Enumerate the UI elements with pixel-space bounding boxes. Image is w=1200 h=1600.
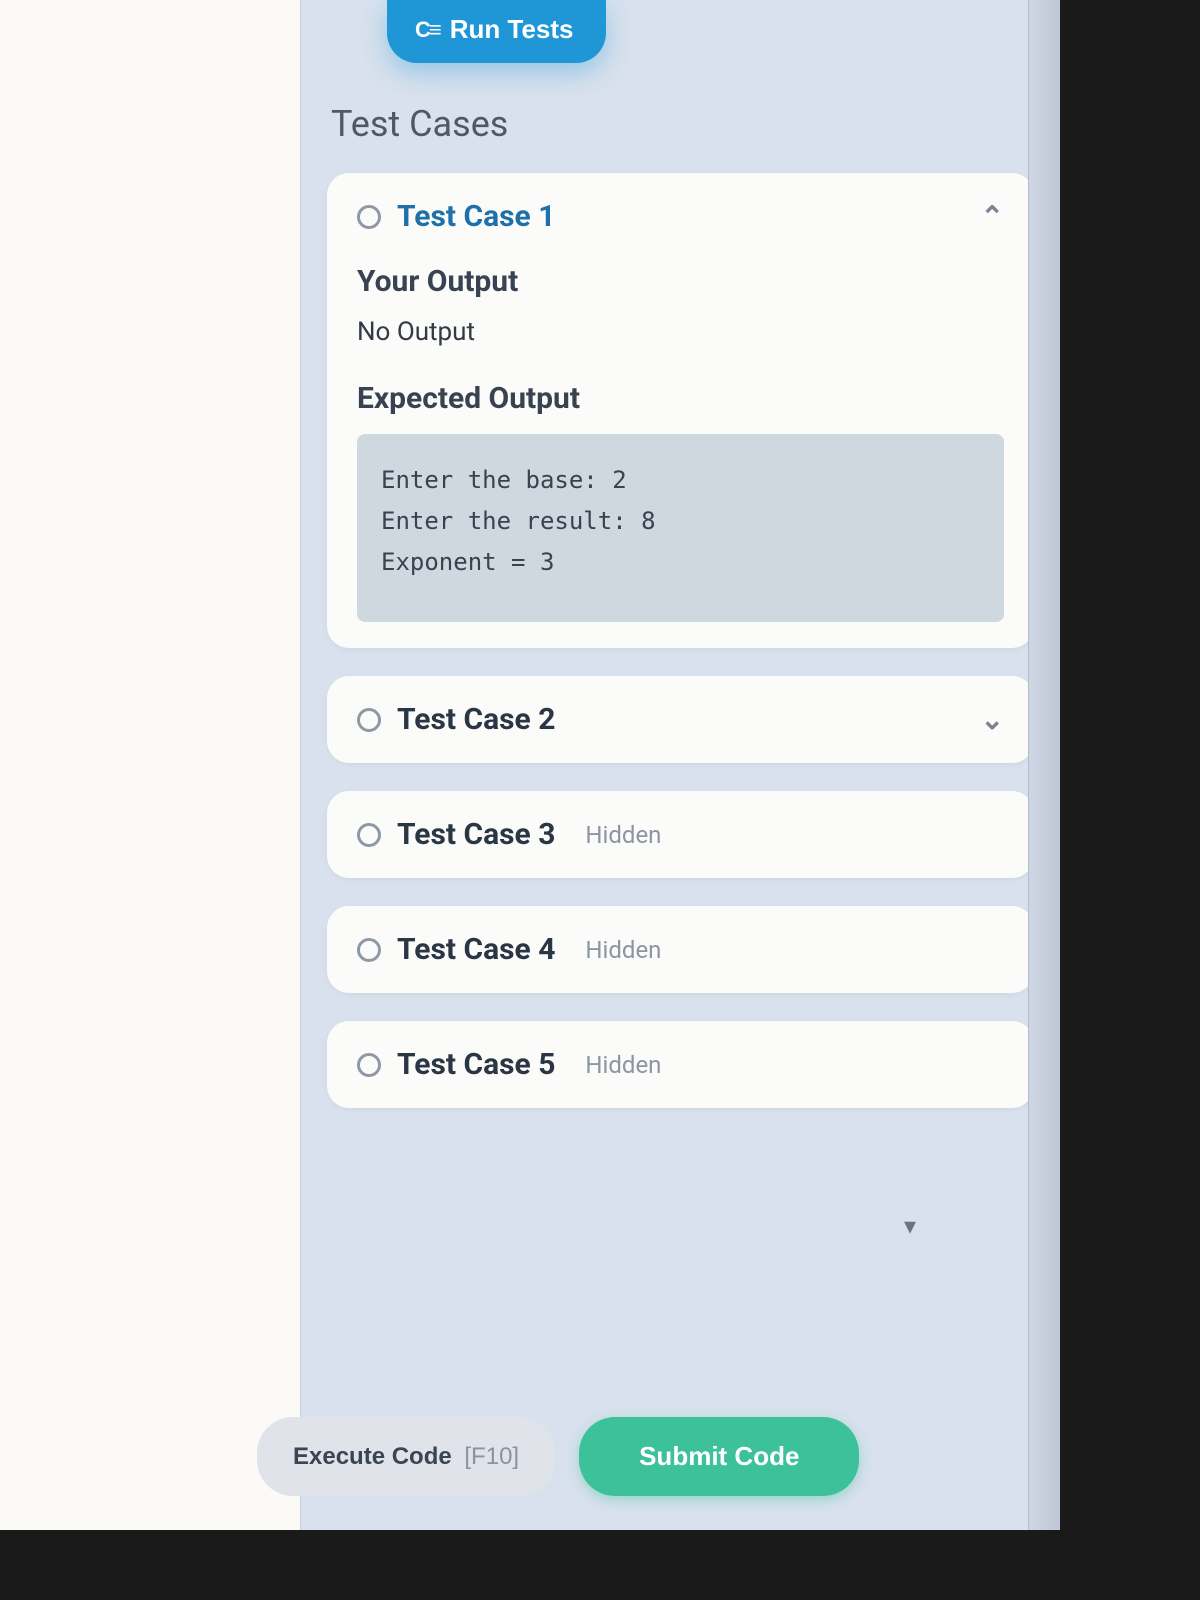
test-case-title: Test Case 4 [397,932,555,967]
window-edge [1028,0,1060,1530]
editor-blank-region [0,0,300,1530]
test-case-1[interactable]: Test Case 1 ⌃ Your Output No Output Expe… [327,173,1034,648]
test-case-2[interactable]: Test Case 2 ⌄ [327,676,1034,763]
status-circle-icon [357,205,381,229]
run-tests-button[interactable]: C≡ Run Tests [387,0,606,63]
run-tests-label: Run Tests [450,14,574,45]
test-case-title: Test Case 5 [397,1047,555,1082]
execute-code-hint: [F10] [464,1443,519,1470]
your-output-value: No Output [357,317,1004,347]
test-case-title: Test Case 3 [397,817,555,852]
status-circle-icon [357,823,381,847]
run-icon: C≡ [415,17,440,43]
expected-output-value: Enter the base: 2 Enter the result: 8 Ex… [357,434,1004,622]
test-panel: C≡ Run Tests Test Cases Test Case 1 ⌃ Yo… [300,0,1060,1530]
test-case-5[interactable]: Test Case 5 Hidden [327,1021,1034,1108]
footer-actions: Execute Code [F10] Submit Code [257,1397,1024,1530]
test-case-title: Test Case 1 [397,199,555,234]
status-circle-icon [357,938,381,962]
test-case-list: Test Case 1 ⌃ Your Output No Output Expe… [327,173,1034,1397]
expected-output-label: Expected Output [357,381,1004,416]
execute-code-label: Execute Code [293,1443,452,1470]
execute-code-button[interactable]: Execute Code [F10] [257,1417,555,1496]
your-output-label: Your Output [357,264,1004,299]
submit-code-button[interactable]: Submit Code [579,1417,859,1496]
submit-code-label: Submit Code [639,1441,799,1471]
test-case-4[interactable]: Test Case 4 Hidden [327,906,1034,993]
test-case-3[interactable]: Test Case 3 Hidden [327,791,1034,878]
status-circle-icon [357,1053,381,1077]
test-case-title: Test Case 2 [397,702,555,737]
section-title: Test Cases [327,103,1034,145]
hidden-tag: Hidden [585,821,661,849]
chevron-up-icon[interactable]: ⌃ [981,200,1004,233]
chevron-down-icon[interactable]: ⌄ [981,703,1004,736]
status-circle-icon [357,708,381,732]
hidden-tag: Hidden [585,936,661,964]
hidden-tag: Hidden [585,1051,661,1079]
expand-arrow-icon[interactable]: ▾ [904,1212,916,1240]
